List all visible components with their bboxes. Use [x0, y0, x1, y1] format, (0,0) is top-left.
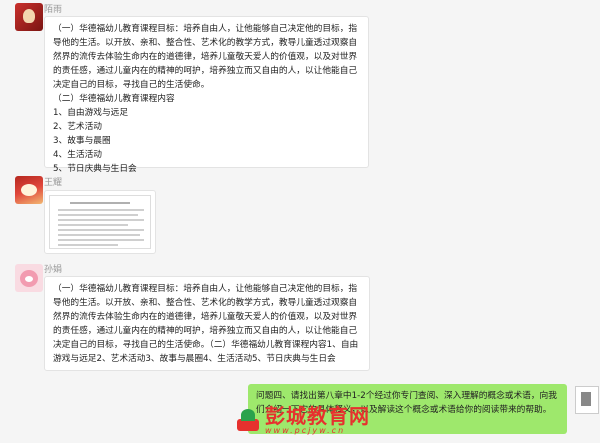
sender-name: 孙娟: [44, 265, 63, 275]
avatar-sender-2[interactable]: [15, 176, 43, 204]
watermark: 彭城教育网 www.pcjyw.cn: [235, 400, 425, 440]
image-message[interactable]: [44, 190, 156, 254]
document-thumbnail: [49, 195, 151, 249]
sender-name: 王耀: [44, 178, 63, 188]
avatar-self[interactable]: [575, 386, 599, 414]
avatar-sender-1[interactable]: [15, 3, 43, 31]
avatar-sender-3[interactable]: [15, 264, 43, 292]
message-bubble[interactable]: （一）华德福幼儿教育课程目标：培养自由人，让他能够自己决定他的目标，指导他的生活…: [44, 16, 369, 174]
watermark-logo-icon: [235, 407, 261, 433]
watermark-name: 彭城教育网: [265, 403, 370, 428]
sender-name: 陌雨: [44, 5, 63, 15]
watermark-url: www.pcjyw.cn: [265, 425, 346, 435]
message-bubble[interactable]: （一）华德福幼儿教育课程目标：培养自由人，让他能够自己决定他的目标，指导他的生活…: [44, 276, 370, 371]
